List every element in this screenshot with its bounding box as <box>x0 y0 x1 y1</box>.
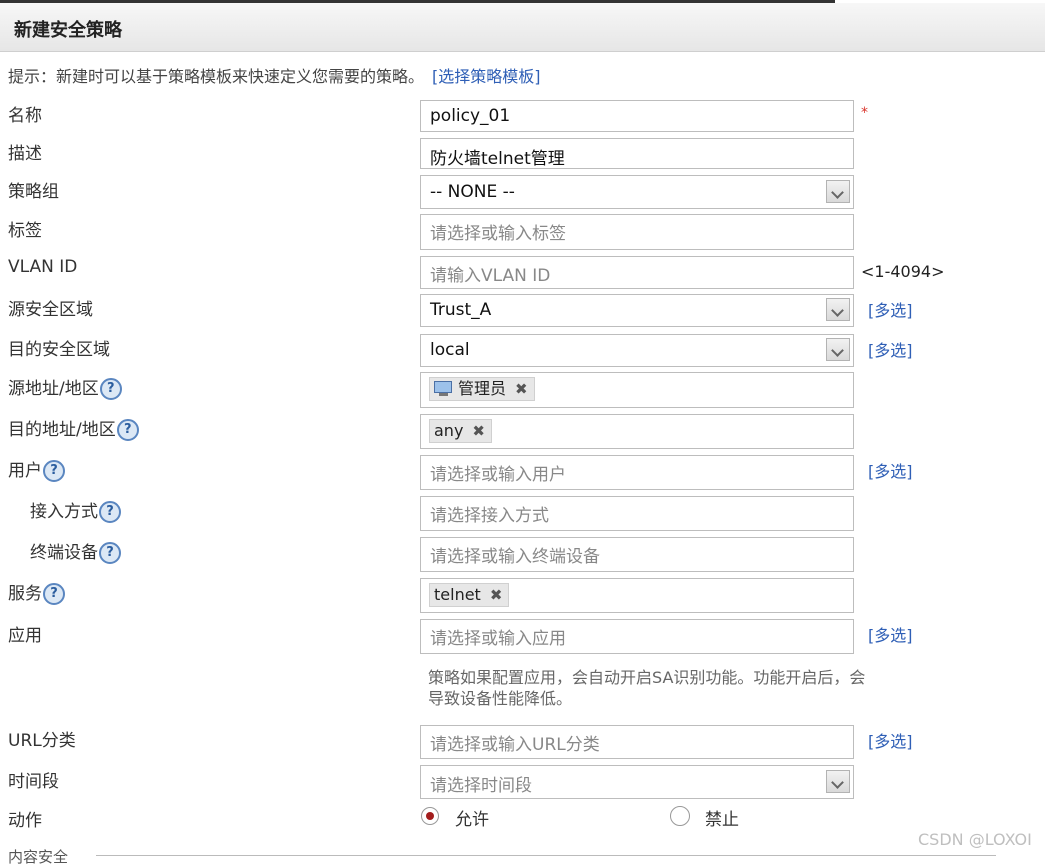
service-label: 服务? <box>8 579 65 605</box>
app-note: 策略如果配置应用，会自动开启SA识别功能。功能开启后，会导致设备性能降低。 <box>428 668 866 708</box>
dst-addr-label-text: 目的地址/地区 <box>8 420 116 440</box>
src-addr-chip-label: 管理员 <box>458 379 507 398</box>
remove-icon[interactable]: ✖ <box>490 584 503 606</box>
user-label-text: 用户 <box>8 461 42 481</box>
service-label-text: 服务 <box>8 584 42 604</box>
watermark: CSDN @LOXOI <box>918 830 1032 849</box>
select-template-link[interactable]: [选择策略模板] <box>432 67 541 86</box>
desc-value: 防火墙telnet管理 <box>430 149 565 169</box>
dst-zone-select[interactable]: local <box>420 334 854 367</box>
help-icon[interactable]: ? <box>43 460 65 482</box>
tag-input[interactable]: 请选择或输入标签 <box>420 214 854 250</box>
chevron-down-icon[interactable] <box>826 770 850 793</box>
action-label: 动作 <box>8 811 42 831</box>
src-zone-label: 源安全区域 <box>8 300 93 320</box>
page-title: 新建安全策略 <box>14 20 122 41</box>
app-multi-link[interactable]: [多选] <box>868 622 913 646</box>
dst-addr-chip-label: any <box>434 421 464 440</box>
vlan-label: VLAN ID <box>8 257 78 277</box>
device-label-text: 终端设备 <box>30 543 98 563</box>
tag-label: 标签 <box>8 221 42 241</box>
src-addr-chip: 管理员 ✖ <box>429 377 535 401</box>
vlan-placeholder: 请输入VLAN ID <box>430 266 551 286</box>
src-zone-value: Trust_A <box>430 300 492 320</box>
device-placeholder: 请选择或输入终端设备 <box>430 547 600 567</box>
help-icon[interactable]: ? <box>99 501 121 523</box>
help-icon[interactable]: ? <box>116 419 139 441</box>
dst-zone-value: local <box>430 340 470 360</box>
desc-input[interactable]: 防火墙telnet管理 <box>420 138 854 169</box>
src-addr-label: 源地址/地区? <box>8 374 122 400</box>
name-label: 名称 <box>8 106 42 126</box>
user-placeholder: 请选择或输入用户 <box>430 465 566 485</box>
access-placeholder: 请选择接入方式 <box>430 506 549 526</box>
device-label: 终端设备? <box>30 538 121 564</box>
computer-icon <box>434 381 454 397</box>
time-placeholder: 请选择时间段 <box>430 776 532 796</box>
chevron-down-icon[interactable] <box>826 180 850 203</box>
group-label: 策略组 <box>8 182 59 202</box>
dst-zone-label: 目的安全区域 <box>8 340 110 360</box>
access-label-text: 接入方式 <box>30 502 98 522</box>
hint-text: 提示：新建时可以基于策略模板来快速定义您需要的策略。 <box>8 67 425 86</box>
allow-radio[interactable] <box>421 807 439 825</box>
service-input[interactable]: telnet ✖ <box>420 578 854 613</box>
time-select[interactable]: 请选择时间段 <box>420 765 854 799</box>
deny-radio[interactable] <box>670 806 690 826</box>
service-chip: telnet ✖ <box>429 583 510 607</box>
title-bar: 新建安全策略 <box>0 3 1045 52</box>
vlan-range: <1-4094> <box>861 262 945 281</box>
src-addr-label-text: 源地址/地区 <box>8 379 99 399</box>
src-zone-multi-link[interactable]: [多选] <box>868 297 913 321</box>
app-input[interactable]: 请选择或输入应用 <box>420 619 854 654</box>
access-label: 接入方式? <box>30 497 121 523</box>
content-security-section[interactable]: 内容安全 <box>8 846 68 867</box>
app-placeholder: 请选择或输入应用 <box>430 629 566 649</box>
name-value: policy_01 <box>430 106 511 126</box>
dst-addr-chip: any ✖ <box>429 419 492 443</box>
service-chip-label: telnet <box>434 585 481 604</box>
vlan-input[interactable]: 请输入VLAN ID <box>420 256 854 289</box>
allow-label[interactable]: 允许 <box>455 805 489 830</box>
remove-icon[interactable]: ✖ <box>472 420 485 442</box>
remove-icon[interactable]: ✖ <box>515 378 528 400</box>
url-multi-link[interactable]: [多选] <box>868 728 913 752</box>
user-multi-link[interactable]: [多选] <box>868 458 913 482</box>
group-value: -- NONE -- <box>430 182 515 202</box>
dst-addr-input[interactable]: any ✖ <box>420 414 854 449</box>
url-label: URL分类 <box>8 731 76 751</box>
help-icon[interactable]: ? <box>99 378 122 400</box>
deny-label[interactable]: 禁止 <box>705 805 739 830</box>
url-placeholder: 请选择或输入URL分类 <box>430 735 600 755</box>
app-label: 应用 <box>8 626 42 646</box>
access-input[interactable]: 请选择接入方式 <box>420 496 854 531</box>
section-divider <box>96 855 996 856</box>
src-zone-select[interactable]: Trust_A <box>420 294 854 327</box>
chevron-down-icon[interactable] <box>826 338 850 361</box>
user-label: 用户? <box>8 456 65 482</box>
src-addr-input[interactable]: 管理员 ✖ <box>420 372 854 408</box>
device-input[interactable]: 请选择或输入终端设备 <box>420 537 854 572</box>
name-input[interactable]: policy_01 <box>420 100 854 132</box>
hint-row: 提示：新建时可以基于策略模板来快速定义您需要的策略。 [选择策略模板] <box>8 63 541 87</box>
dst-zone-multi-link[interactable]: [多选] <box>868 337 913 361</box>
dst-addr-label: 目的地址/地区? <box>8 415 139 441</box>
time-label: 时间段 <box>8 772 59 792</box>
chevron-down-icon[interactable] <box>826 298 850 321</box>
desc-label: 描述 <box>8 144 42 164</box>
url-input[interactable]: 请选择或输入URL分类 <box>420 725 854 759</box>
tag-placeholder: 请选择或输入标签 <box>430 224 566 244</box>
help-icon[interactable]: ? <box>99 542 121 564</box>
required-mark: * <box>861 105 868 121</box>
group-select[interactable]: -- NONE -- <box>420 175 854 209</box>
help-icon[interactable]: ? <box>43 583 65 605</box>
user-input[interactable]: 请选择或输入用户 <box>420 455 854 490</box>
